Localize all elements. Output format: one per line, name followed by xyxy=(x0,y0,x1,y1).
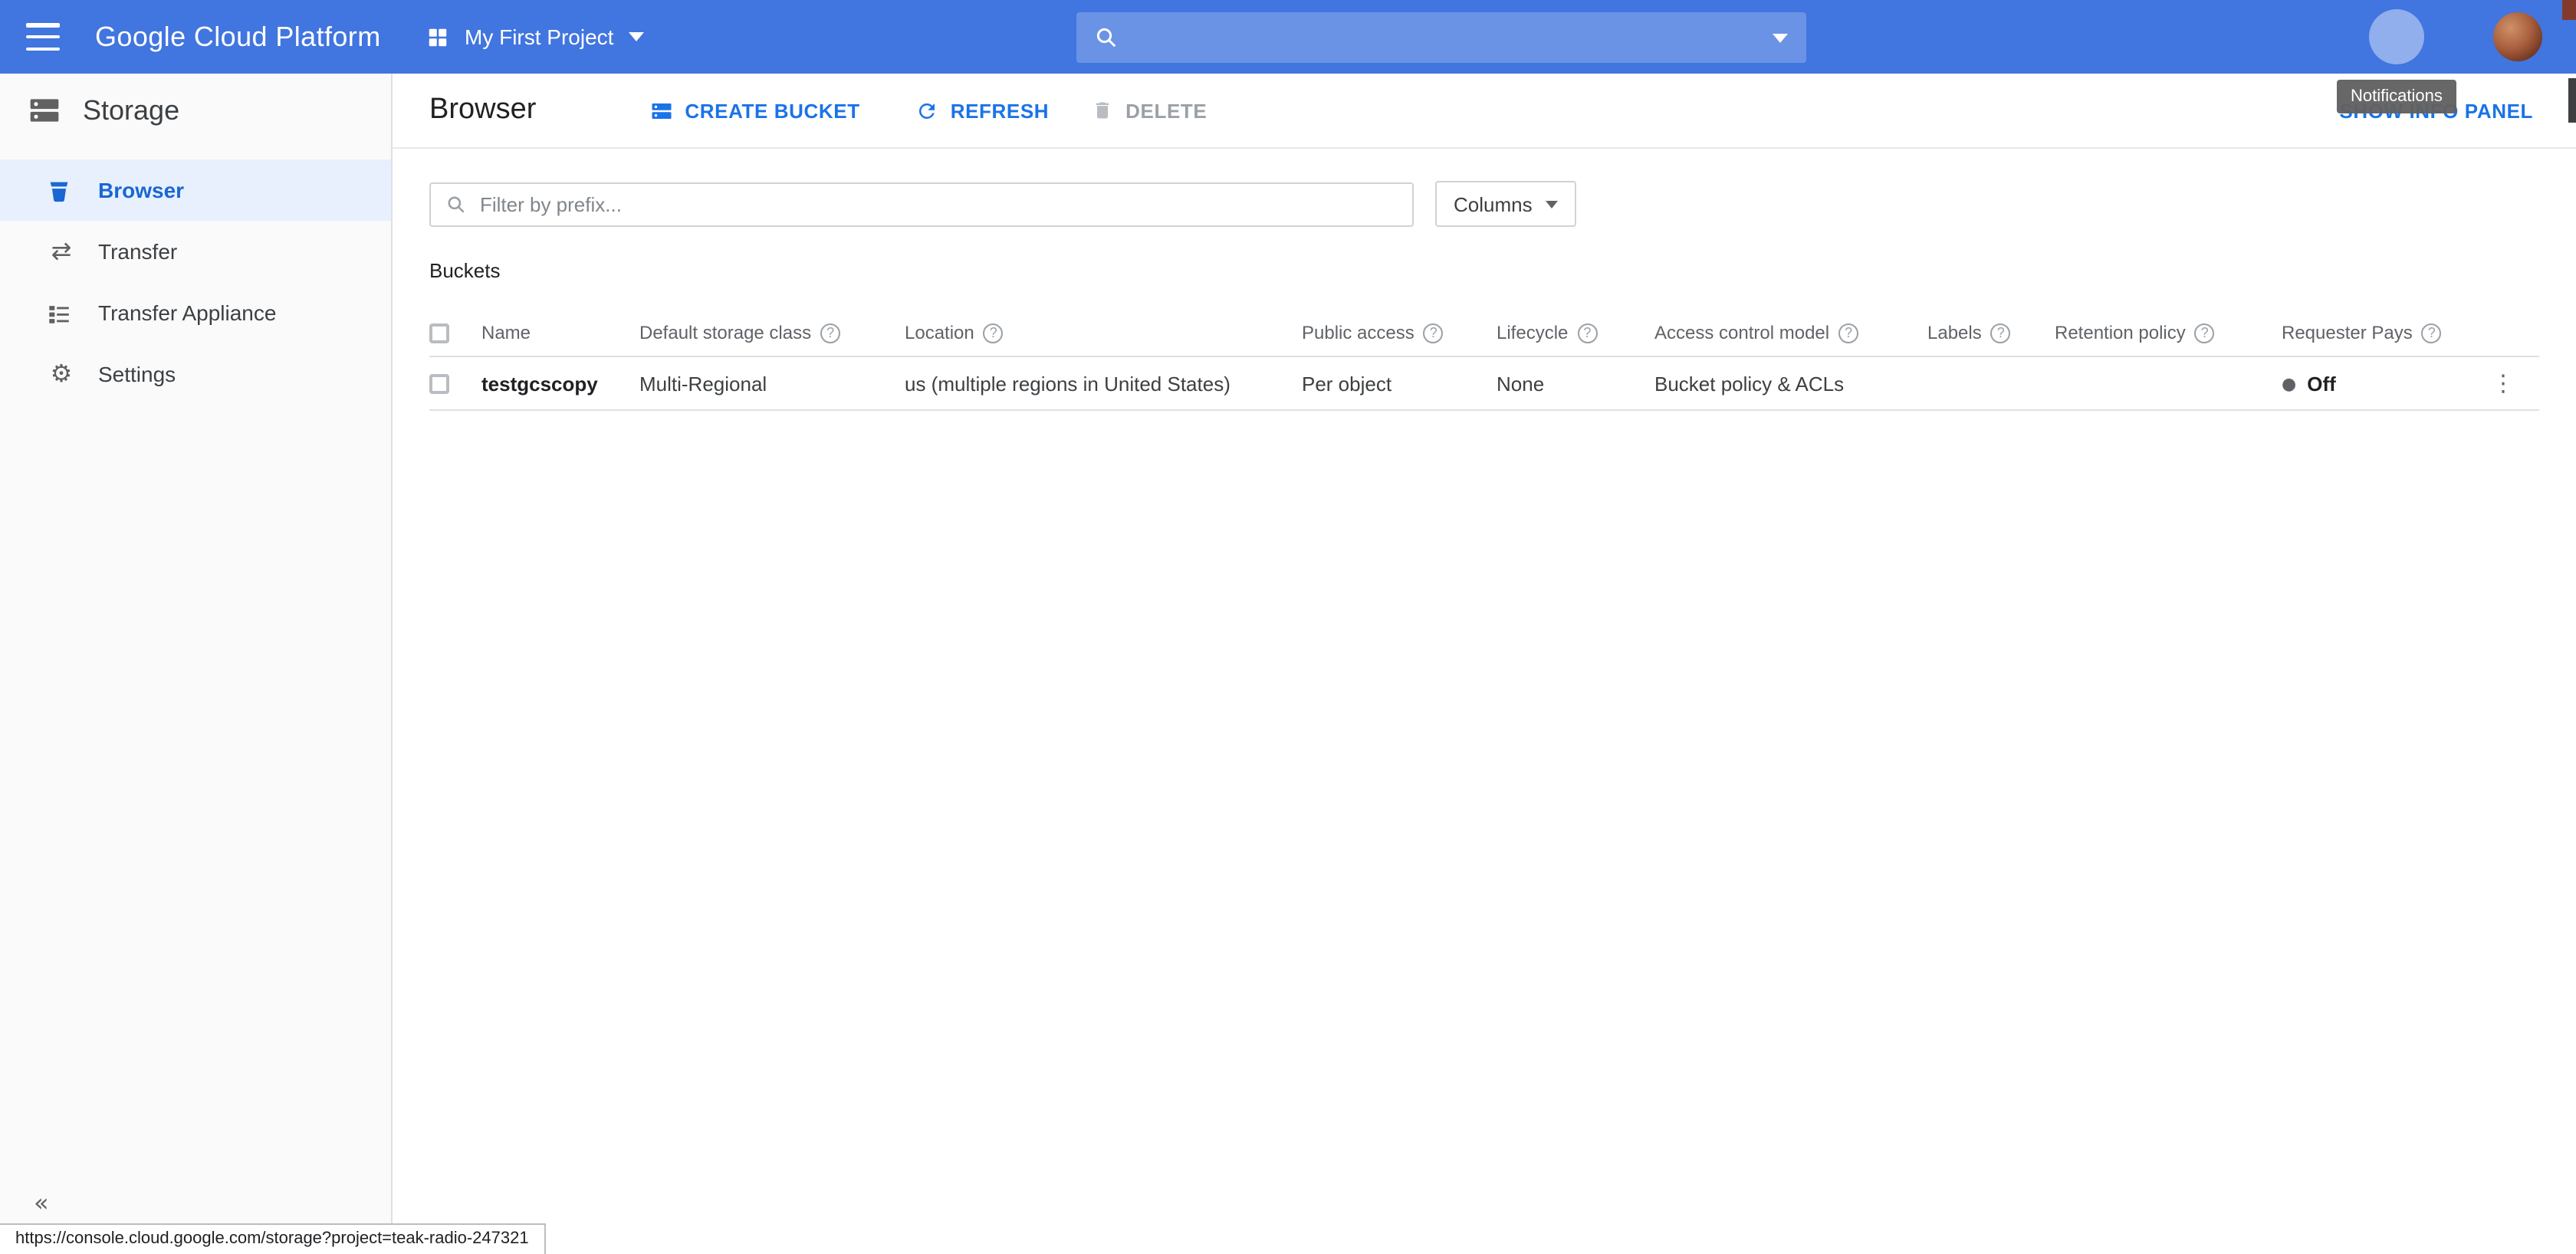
search-input[interactable] xyxy=(1133,25,1757,50)
sidebar-item-browser[interactable]: Browser xyxy=(0,159,391,221)
column-header-retention-policy: Retention policy? xyxy=(2055,308,2282,357)
row-checkbox-cell xyxy=(429,357,481,411)
buckets-table: Name Default storage class? Location? Pu… xyxy=(429,308,2539,411)
page-header: Browser CREATE BUCKET REFRESH DELETE SHO… xyxy=(393,74,2576,149)
row-more-options-icon[interactable]: ⋮ xyxy=(2489,357,2539,411)
status-url: https://console.cloud.google.com/storage… xyxy=(0,1223,546,1254)
gcp-logo[interactable]: Google Cloud Platform xyxy=(95,0,381,74)
help-icon[interactable]: ? xyxy=(2422,323,2442,343)
sidebar-nav: Browser ⇄ Transfer Transfer Appliance ⚙ … xyxy=(0,159,391,405)
avatar[interactable] xyxy=(2493,12,2542,61)
header-checkbox-cell xyxy=(429,308,481,357)
cell-lifecycle: None xyxy=(1497,357,1654,411)
bucket-icon xyxy=(46,177,77,203)
cell-public-access: Per object xyxy=(1302,357,1497,411)
project-selector[interactable]: My First Project xyxy=(426,0,644,74)
create-bucket-button[interactable]: CREATE BUCKET xyxy=(649,99,859,122)
sidebar-item-label: Transfer Appliance xyxy=(98,300,276,325)
sidebar-item-label: Browser xyxy=(98,178,184,202)
sidebar-item-transfer[interactable]: ⇄ Transfer xyxy=(0,221,391,282)
cell-requester-pays: ● Off xyxy=(2282,357,2489,411)
scrollbar-thumb[interactable] xyxy=(2568,78,2576,123)
help-icon[interactable]: ? xyxy=(2195,323,2215,343)
notifications-tooltip: Notifications xyxy=(2337,80,2456,113)
sidebar-item-settings[interactable]: ⚙ Settings xyxy=(0,343,391,405)
column-header-requester-pays: Requester Pays? xyxy=(2282,308,2489,357)
columns-dropdown-button[interactable]: Columns xyxy=(1435,181,1577,227)
cell-labels xyxy=(1927,357,2055,411)
chevron-down-icon xyxy=(1546,200,1559,208)
filter-by-prefix-input[interactable] xyxy=(480,192,1397,215)
column-header-labels: Labels? xyxy=(1927,308,2055,357)
sidebar-header: Storage xyxy=(0,74,391,147)
column-header-access-control: Access control model? xyxy=(1654,308,1927,357)
bucket-name-link[interactable]: testgcscopy xyxy=(481,357,639,411)
global-search xyxy=(1076,12,1806,63)
column-header-public-access: Public access? xyxy=(1302,308,1497,357)
column-header-location: Location? xyxy=(905,308,1302,357)
help-icon[interactable]: ? xyxy=(1577,323,1597,343)
filter-box xyxy=(429,182,1414,226)
sidebar-item-transfer-appliance[interactable]: Transfer Appliance xyxy=(0,282,391,343)
refresh-button[interactable]: REFRESH xyxy=(915,99,1049,122)
column-header-storage-class: Default storage class? xyxy=(639,308,905,357)
corner-artifact xyxy=(2562,0,2576,20)
refresh-icon xyxy=(915,99,938,122)
filter-row: Columns xyxy=(429,181,1577,227)
help-icon[interactable]: ? xyxy=(1838,323,1858,343)
filter-search-icon xyxy=(446,194,466,214)
project-icon xyxy=(426,25,449,48)
help-icon[interactable]: ? xyxy=(820,323,840,343)
search-dropdown-icon[interactable] xyxy=(1773,33,1788,42)
create-bucket-icon xyxy=(649,99,672,122)
transfer-appliance-icon xyxy=(46,300,77,326)
sidebar-title: Storage xyxy=(83,94,179,126)
trash-icon xyxy=(1092,100,1113,121)
hamburger-menu-icon[interactable] xyxy=(26,23,60,51)
main-content: Columns Buckets Name Default storage cla… xyxy=(393,149,2576,1254)
sidebar-item-label: Transfer xyxy=(98,239,177,264)
collapse-sidebar-icon[interactable]: « xyxy=(34,1188,49,1217)
column-header-name: Name xyxy=(481,308,639,357)
gcp-console: Google Cloud Platform My First Project >… xyxy=(0,0,2576,1254)
delete-button[interactable]: DELETE xyxy=(1092,99,1207,122)
cell-retention-policy xyxy=(2055,357,2282,411)
column-header-actions xyxy=(2489,308,2539,357)
gear-icon: ⚙ xyxy=(46,359,77,389)
select-all-checkbox[interactable] xyxy=(429,323,449,343)
project-name: My First Project xyxy=(465,25,613,49)
cell-access-control: Bucket policy & ACLs xyxy=(1654,357,1927,411)
top-app-bar: Google Cloud Platform My First Project >… xyxy=(0,0,2576,74)
help-icon[interactable]: ? xyxy=(1991,323,2011,343)
row-checkbox[interactable] xyxy=(429,373,449,393)
page-title: Browser xyxy=(429,94,536,127)
search-icon xyxy=(1095,26,1118,49)
help-icon[interactable]: ? xyxy=(1424,323,1444,343)
column-header-lifecycle: Lifecycle? xyxy=(1497,308,1654,357)
chevron-down-icon xyxy=(629,32,644,41)
sidebar-item-label: Settings xyxy=(98,362,176,386)
cell-storage-class: Multi-Regional xyxy=(639,357,905,411)
buckets-section-label: Buckets xyxy=(429,259,501,282)
status-dot-icon: ● xyxy=(2282,373,2296,393)
cell-location: us (multiple regions in United States) xyxy=(905,357,1302,411)
help-icon[interactable]: ? xyxy=(984,323,1004,343)
notifications-focus-ring xyxy=(2369,9,2424,64)
sidebar: Storage Browser ⇄ Transfer Transfer Appl… xyxy=(0,74,393,1254)
storage-product-icon xyxy=(28,94,61,127)
transfer-arrows-icon: ⇄ xyxy=(46,236,77,267)
